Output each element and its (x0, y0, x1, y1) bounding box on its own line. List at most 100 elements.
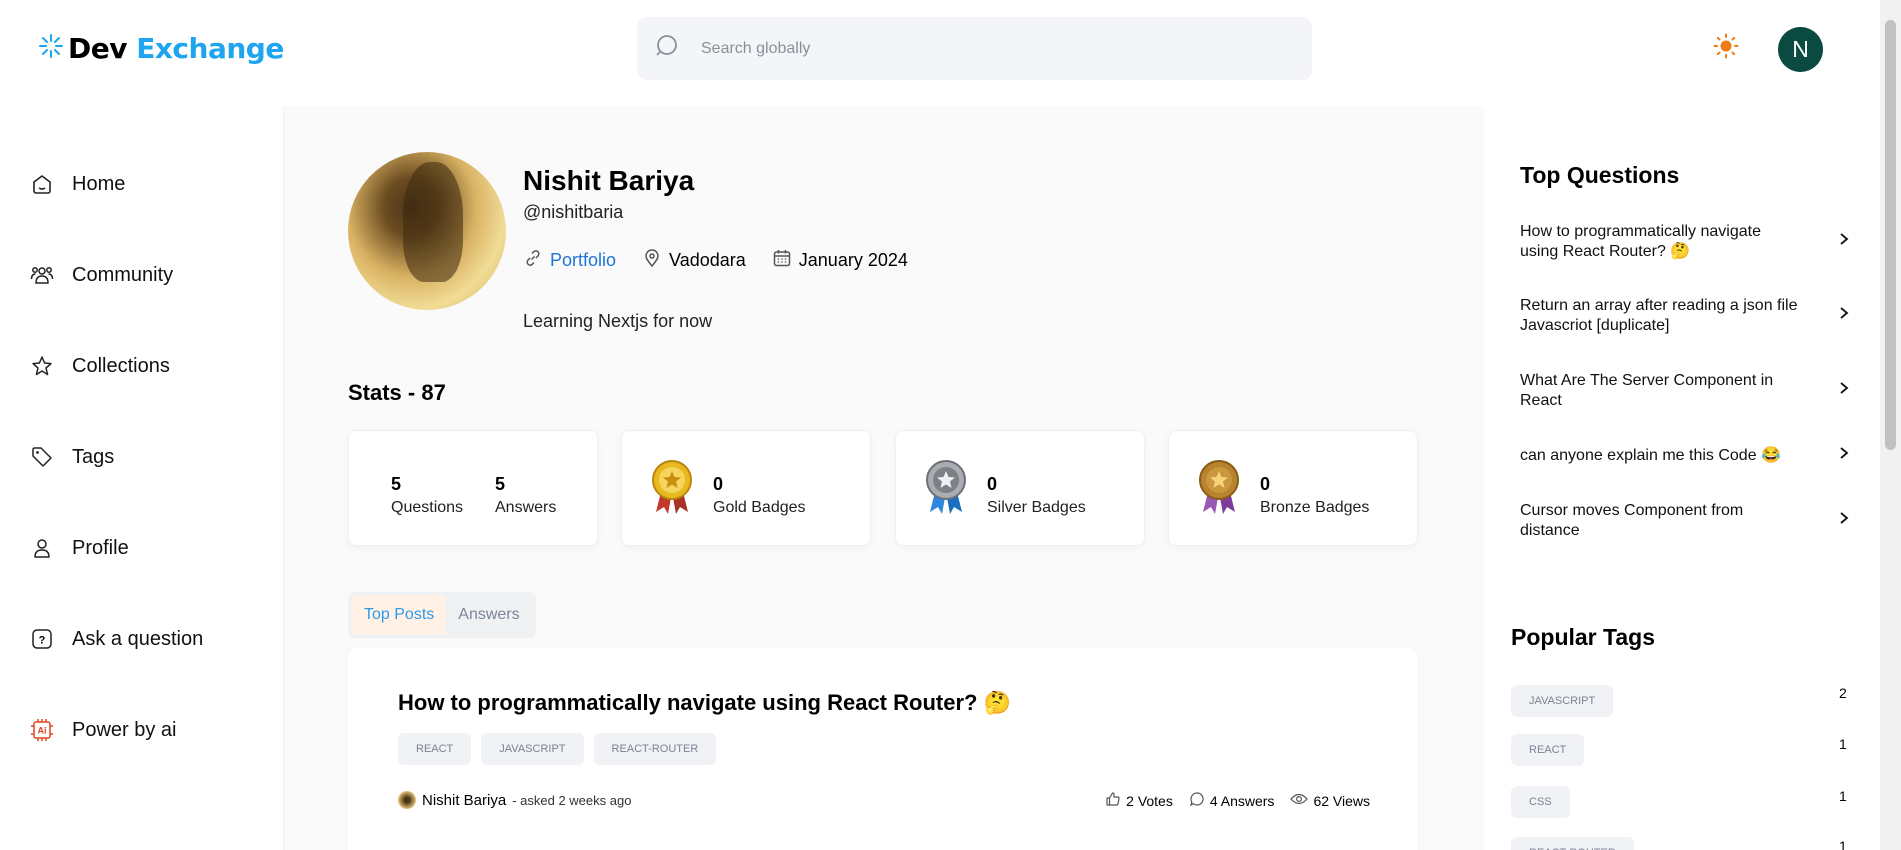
answers-metric-label: 4 Answers (1209, 792, 1275, 809)
profile-meta: Portfolio Vadodara January 2024 (523, 248, 908, 273)
question-title[interactable]: How to programmatically navigate using R… (398, 690, 1011, 716)
stats-card-gold: 0 Gold Badges (621, 430, 871, 546)
top-header: Dev Exchange N (0, 0, 1880, 106)
popular-tag-count: 1 (1839, 736, 1847, 752)
gold-badges-stat: 0 Gold Badges (713, 474, 806, 517)
silver-count: 0 (987, 474, 998, 494)
popular-tag-chip[interactable]: REACT (1511, 734, 1585, 766)
joined-label: January 2024 (798, 250, 908, 270)
users-icon (30, 263, 54, 287)
sidebar-item-community[interactable]: Community (30, 263, 173, 287)
chevron-right-icon (1838, 232, 1850, 252)
sidebar-item-label: Community (72, 263, 174, 286)
author-name: Nishit Bariya (422, 791, 507, 809)
popular-tag-count: 1 (1839, 838, 1847, 850)
chevron-right-icon (1838, 381, 1850, 401)
svg-text:Ai: Ai (38, 726, 47, 736)
main-content: Nishit Bariya @nishitbaria Portfolio Vad… (284, 106, 1484, 850)
top-question-item[interactable]: Cursor moves Component from distance (1520, 501, 1850, 541)
sidebar-item-power-by-ai[interactable]: Ai Power by ai (30, 718, 177, 742)
logo[interactable]: Dev Exchange (38, 32, 284, 65)
top-question-item[interactable]: How to programmatically navigate using R… (1520, 222, 1850, 262)
tag-chip[interactable]: JAVASCRIPT (481, 733, 584, 765)
comment-icon (1189, 791, 1205, 810)
questions-count: 5 (391, 474, 402, 494)
answers-stat: 5 Answers (495, 474, 556, 517)
sidebar-item-home[interactable]: Home (30, 172, 125, 196)
scrollbar-thumb[interactable] (1885, 20, 1896, 450)
question-tags: REACT JAVASCRIPT REACT-ROUTER (398, 733, 717, 765)
sidebar-item-tags[interactable]: Tags (30, 445, 114, 469)
answers-count: 5 (495, 474, 506, 494)
right-sidebar: Top Questions How to programmatically na… (1484, 106, 1880, 850)
joined-date: January 2024 (772, 248, 908, 273)
top-question-text: What Are The Server Component in React (1520, 372, 1774, 409)
location-pin-icon (642, 248, 662, 273)
popular-tag-chip[interactable]: REACT-ROUTER (1511, 837, 1634, 850)
bronze-badges-stat: 0 Bronze Badges (1260, 474, 1369, 517)
asked-time: - asked 2 weeks ago (512, 792, 632, 808)
question-author[interactable]: Nishit Bariya - asked 2 weeks ago (398, 791, 631, 809)
sidebar-item-label: Tags (72, 445, 115, 468)
search-icon (655, 33, 681, 64)
top-questions-title: Top Questions (1520, 162, 1680, 188)
top-question-item[interactable]: can anyone explain me this Code 😂 (1520, 446, 1850, 466)
sidebar-item-label: Home (72, 172, 126, 195)
tab-top-posts[interactable]: Top Posts (352, 595, 447, 635)
top-question-item[interactable]: Return an array after reading a json fil… (1520, 296, 1850, 336)
theme-toggle-button[interactable] (1712, 33, 1740, 62)
answers-label: Answers (495, 499, 557, 516)
tab-answers[interactable]: Answers (446, 595, 531, 635)
gold-count: 0 (713, 474, 724, 494)
votes-metric: 2 Votes (1105, 791, 1173, 810)
ai-chip-icon: Ai (30, 718, 54, 742)
question-icon: ? (30, 627, 54, 651)
popular-tag-chip[interactable]: JAVASCRIPT (1511, 685, 1614, 717)
stats-card-qa: 5 Questions 5 Answers (348, 430, 598, 546)
global-search[interactable] (637, 17, 1312, 80)
votes-label: 2 Votes (1126, 792, 1173, 809)
profile-avatar (348, 152, 506, 310)
author-avatar (398, 791, 416, 809)
svg-text:?: ? (39, 635, 46, 647)
search-input[interactable] (701, 39, 1261, 58)
bronze-medal-icon (1197, 458, 1241, 521)
chevron-right-icon (1838, 446, 1850, 466)
top-question-text: can anyone explain me this Code 😂 (1520, 447, 1781, 464)
thumbs-up-icon (1105, 791, 1121, 810)
sidebar-item-collections[interactable]: Collections (30, 354, 170, 378)
silver-label: Silver Badges (987, 499, 1086, 516)
bronze-label: Bronze Badges (1260, 499, 1370, 516)
sidebar-item-ask-question[interactable]: ? Ask a question (30, 627, 203, 651)
questions-label: Questions (391, 499, 464, 516)
location-label: Vadodara (669, 250, 746, 270)
portfolio-label: Portfolio (550, 250, 617, 270)
stats-card-silver: 0 Silver Badges (895, 430, 1145, 546)
stats-title: Stats - 87 (348, 380, 446, 405)
portfolio-link[interactable]: Portfolio (523, 248, 616, 273)
top-question-item[interactable]: What Are The Server Component in React (1520, 371, 1850, 411)
eye-icon (1290, 791, 1309, 810)
bronze-count: 0 (1260, 474, 1271, 494)
top-question-text: Return an array after reading a json fil… (1520, 297, 1798, 334)
popular-tag-chip[interactable]: CSS (1511, 786, 1570, 818)
sidebar-item-label: Collections (72, 354, 170, 377)
tag-chip[interactable]: REACT-ROUTER (593, 733, 717, 765)
chevron-right-icon (1838, 511, 1850, 531)
star-icon (30, 354, 54, 378)
tag-chip[interactable]: REACT (398, 733, 472, 765)
calendar-icon (772, 248, 792, 273)
top-question-text: How to programmatically navigate using R… (1520, 223, 1761, 260)
question-card[interactable]: How to programmatically navigate using R… (348, 648, 1418, 850)
views-metric: 62 Views (1290, 791, 1370, 810)
sidebar-item-profile[interactable]: Profile (30, 536, 129, 560)
top-question-text: Cursor moves Component from distance (1520, 502, 1744, 539)
profile-tabs: Top Posts Answers (348, 592, 536, 638)
logo-accent: Exchange (136, 32, 284, 65)
user-avatar-button[interactable]: N (1778, 27, 1823, 72)
left-sidebar: Home Community Collections Tags Profile … (0, 106, 284, 850)
gold-label: Gold Badges (713, 499, 806, 516)
logo-text: Dev Exchange (68, 32, 284, 65)
views-label: 62 Views (1313, 792, 1370, 809)
logo-prefix: Dev (68, 32, 127, 65)
